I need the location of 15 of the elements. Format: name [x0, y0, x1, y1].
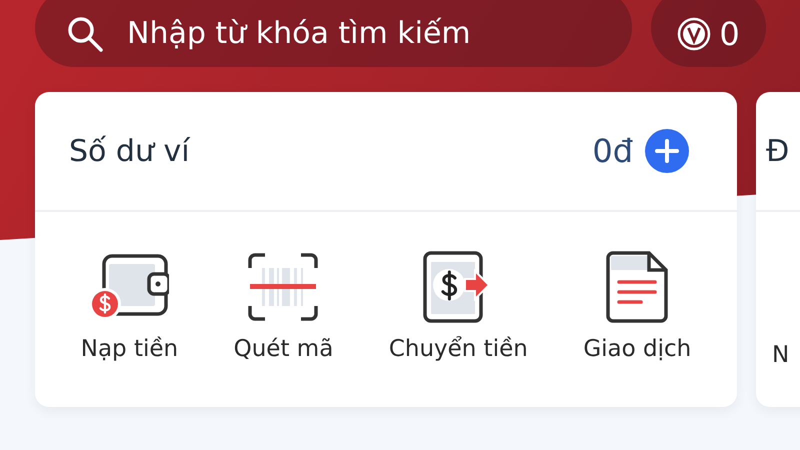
add-icon[interactable]: [645, 129, 689, 173]
action-label[interactable]: Giao dịch: [583, 336, 692, 362]
search-field[interactable]: Nhập từ khóa tìm kiếm: [125, 15, 632, 52]
card-title: Đ: [766, 134, 790, 168]
action-label[interactable]: N: [772, 342, 790, 368]
points-value: 0: [719, 14, 740, 52]
wallet-title: Số dư ví: [69, 134, 192, 168]
action-label[interactable]: Nạp tiền: [80, 336, 178, 362]
document-icon[interactable]: [605, 250, 670, 324]
points-badge[interactable]: 0: [651, 0, 766, 67]
v-coin-icon: [677, 16, 712, 50]
wallet-balance: 0đ: [592, 132, 633, 170]
action-label[interactable]: Chuyển tiền: [388, 336, 528, 362]
action-label[interactable]: Quét mã: [234, 336, 334, 362]
search-bar[interactable]: Nhập từ khóa tìm kiếm: [35, 0, 632, 67]
